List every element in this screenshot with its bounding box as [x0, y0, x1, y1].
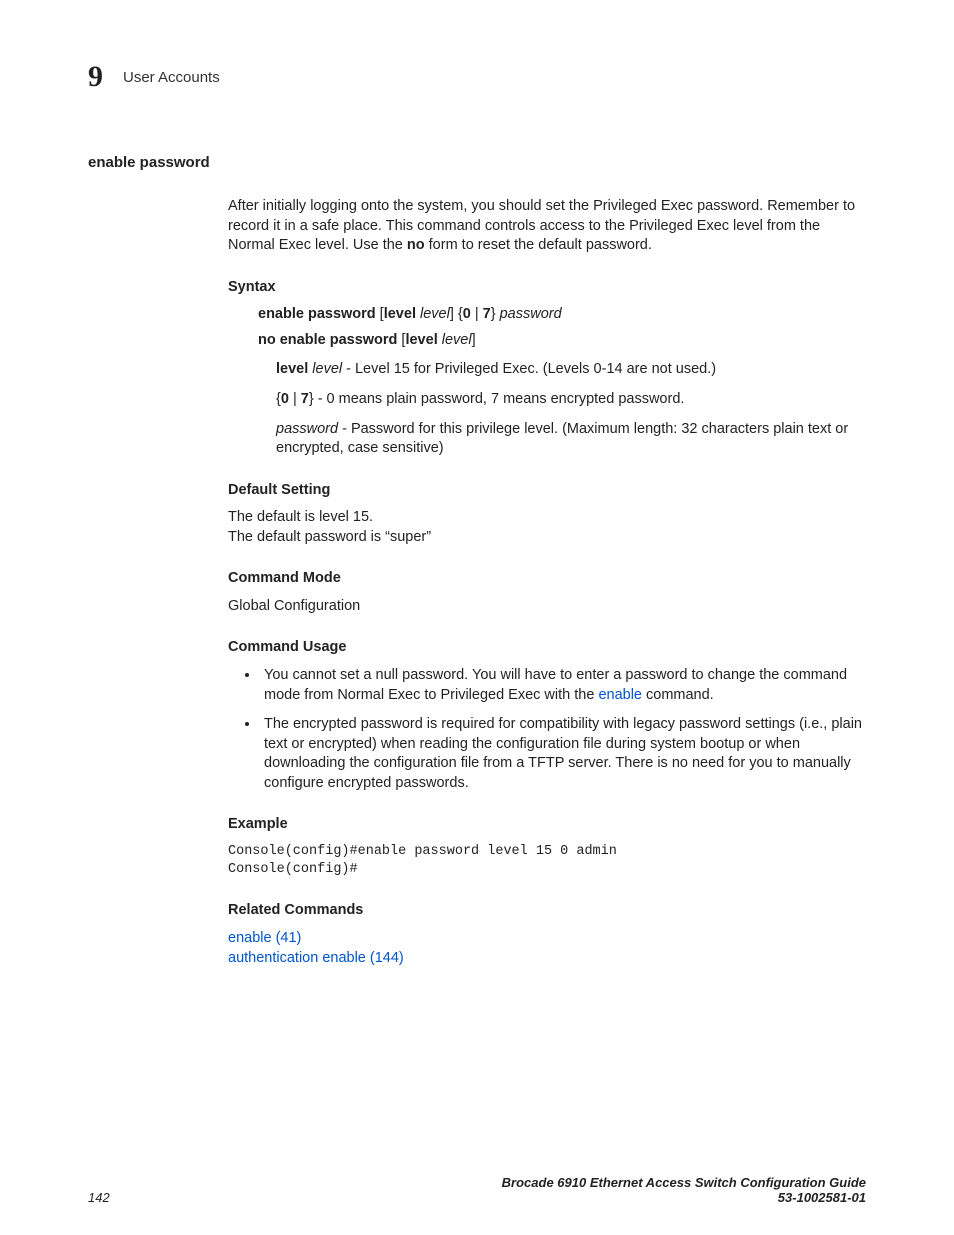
param-text: |	[289, 391, 301, 407]
syntax-param: level	[438, 332, 472, 348]
syntax-text: ]	[472, 332, 476, 348]
command-usage-heading: Command Usage	[228, 638, 866, 658]
page-footer: 142 Brocade 6910 Ethernet Access Switch …	[88, 1175, 866, 1205]
document-page: 9 User Accounts enable password After in…	[0, 0, 954, 1235]
command-mode-heading: Command Mode	[228, 569, 866, 589]
bullet-text: command.	[642, 687, 714, 703]
param-var: level	[308, 361, 342, 377]
syntax-cmd: no enable password	[258, 332, 397, 348]
footer-doc-number: 53-1002581-01	[502, 1190, 866, 1205]
command-usage-list: You cannot set a null password. You will…	[228, 666, 866, 793]
default-setting-heading: Default Setting	[228, 481, 866, 501]
syntax-text: [	[376, 306, 384, 322]
param-zero-seven: {0 | 7} - 0 means plain password, 7 mean…	[276, 390, 866, 410]
syntax-param: password	[500, 306, 562, 322]
command-mode-text: Global Configuration	[228, 597, 866, 617]
syntax-line-1: enable password [level level] {0 | 7} pa…	[258, 305, 866, 325]
page-header: 9 User Accounts	[88, 60, 866, 94]
intro-no-keyword: no	[407, 237, 425, 253]
chapter-number: 9	[88, 60, 103, 94]
intro-text-2: form to reset the default password.	[425, 237, 652, 253]
syntax-keyword: level	[384, 306, 416, 322]
example-code: Console(config)#enable password level 15…	[228, 843, 866, 879]
usage-bullet-1: You cannot set a null password. You will…	[260, 666, 866, 705]
syntax-cmd: enable password	[258, 306, 376, 322]
related-link-1-row: enable (41)	[228, 929, 866, 949]
syntax-text: ] {	[450, 306, 463, 322]
param-desc: - Password for this privilege level. (Ma…	[276, 421, 848, 457]
related-link-auth-enable[interactable]: authentication enable (144)	[228, 950, 404, 966]
param-keyword: 0	[281, 391, 289, 407]
param-level: level level - Level 15 for Privileged Ex…	[276, 360, 866, 380]
syntax-text: }	[491, 306, 500, 322]
param-name: level	[276, 361, 308, 377]
default-setting-line1: The default is level 15.	[228, 508, 866, 528]
related-commands-heading: Related Commands	[228, 901, 866, 921]
intro-paragraph: After initially logging onto the system,…	[228, 197, 866, 256]
param-keyword: 7	[301, 391, 309, 407]
param-password: password - Password for this privilege l…	[276, 420, 866, 459]
related-link-enable[interactable]: enable (41)	[228, 930, 301, 946]
syntax-keyword: level	[405, 332, 437, 348]
related-link-2-row: authentication enable (144)	[228, 949, 866, 969]
usage-bullet-2: The encrypted password is required for c…	[260, 715, 866, 793]
enable-link[interactable]: enable	[598, 687, 642, 703]
default-setting-line2: The default password is “super”	[228, 528, 866, 548]
footer-page-number: 142	[88, 1190, 110, 1205]
footer-doc-title: Brocade 6910 Ethernet Access Switch Conf…	[502, 1175, 866, 1190]
footer-doc-info: Brocade 6910 Ethernet Access Switch Conf…	[502, 1175, 866, 1205]
syntax-keyword: 7	[483, 306, 491, 322]
syntax-heading: Syntax	[228, 278, 866, 298]
section-title: enable password	[88, 154, 866, 171]
syntax-keyword: 0	[463, 306, 471, 322]
syntax-line-2: no enable password [level level]	[258, 331, 866, 351]
param-var: password	[276, 421, 338, 437]
syntax-text: |	[471, 306, 483, 322]
bullet-text: You cannot set a null password. You will…	[264, 667, 847, 703]
syntax-param: level	[416, 306, 450, 322]
example-heading: Example	[228, 815, 866, 835]
param-desc: - Level 15 for Privileged Exec. (Levels …	[342, 361, 716, 377]
chapter-title: User Accounts	[123, 69, 220, 86]
param-text: } - 0 means plain password, 7 means encr…	[309, 391, 685, 407]
section-body: After initially logging onto the system,…	[228, 197, 866, 968]
